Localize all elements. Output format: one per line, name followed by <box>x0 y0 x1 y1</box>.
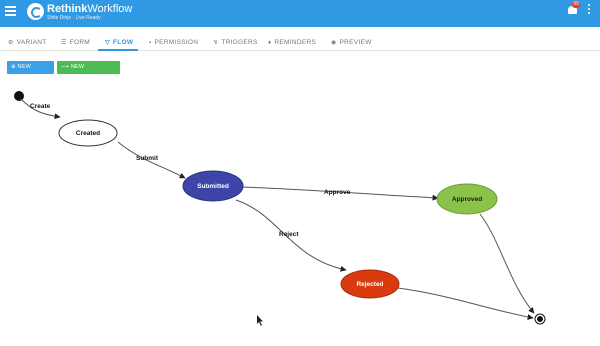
transition-rejected-end[interactable] <box>397 287 534 320</box>
transition-approved-end[interactable] <box>479 213 535 314</box>
tab-variant-label: VARIANT <box>16 39 47 46</box>
new-state-button[interactable]: ⊕ NEW STATE <box>7 61 54 83</box>
tab-reminders-label: REMINDERS <box>274 39 317 46</box>
notification-badge: 99 <box>572 1 580 8</box>
tab-form[interactable]: ☰ FORM <box>61 35 90 51</box>
tab-triggers[interactable]: ↯ TRIGGERS <box>213 35 258 51</box>
tab-reminders[interactable]: ♦ REMINDERS <box>268 35 316 51</box>
transition-approve-label: Approve <box>324 189 351 196</box>
tab-preview[interactable]: ◉ PREVIEW <box>331 35 372 51</box>
flow-canvas[interactable]: Create Submit Approve Reject Created Sub… <box>0 80 600 346</box>
bolt-icon: ↯ <box>213 40 219 46</box>
tab-flow[interactable]: ▽ FLOW <box>98 35 138 51</box>
start-node[interactable] <box>14 91 24 101</box>
app-brand: RethinkWorkflow <box>47 3 132 15</box>
tab-flow-label: FLOW <box>112 39 134 46</box>
gear-icon: ⚙ <box>8 40 14 46</box>
state-created-label: Created <box>76 130 100 137</box>
state-rejected-label: Rejected <box>356 281 383 288</box>
state-approved-label: Approved <box>452 196 482 203</box>
logo-icon <box>27 3 44 20</box>
app-header: RethinkWorkflow Shite Dinje · Live Ready… <box>0 0 600 27</box>
menu-icon[interactable] <box>5 6 16 16</box>
arrow-icon: ⟶ <box>61 64 71 70</box>
app-tagline: Shite Dinje · Live Ready <box>47 15 101 21</box>
tab-triggers-label: TRIGGERS <box>221 39 258 46</box>
lock-icon: ▪ <box>149 40 152 46</box>
transition-create-label: Create <box>30 103 51 110</box>
brand-rest: Workflow <box>87 3 133 15</box>
tab-permission-label: PERMISSION <box>154 39 199 46</box>
transition-reject-label: Reject <box>279 231 299 238</box>
mouse-pointer-icon <box>257 315 263 326</box>
new-transition-button[interactable]: ⟶ NEW TRANSITION <box>57 61 120 83</box>
transition-submit-label: Submit <box>136 155 159 162</box>
more-options-icon[interactable] <box>588 4 591 16</box>
end-node-core <box>537 316 543 322</box>
filter-icon: ▽ <box>105 40 110 46</box>
bell-icon: ♦ <box>268 40 272 46</box>
list-icon: ☰ <box>61 40 67 46</box>
tab-permission[interactable]: ▪ PERMISSION <box>149 35 198 51</box>
tab-form-label: FORM <box>69 39 91 46</box>
brand-bold: Rethink <box>47 3 88 15</box>
eye-icon: ◉ <box>331 40 337 46</box>
tab-preview-label: PREVIEW <box>339 39 372 46</box>
tab-bar: ⚙ VARIANT ☰ FORM ▽ FLOW ▪ PERMISSION ↯ TRIGGE… <box>0 35 600 51</box>
state-submitted-label: Submitted <box>197 183 229 190</box>
tab-variant[interactable]: ⚙ VARIANT <box>8 35 46 51</box>
